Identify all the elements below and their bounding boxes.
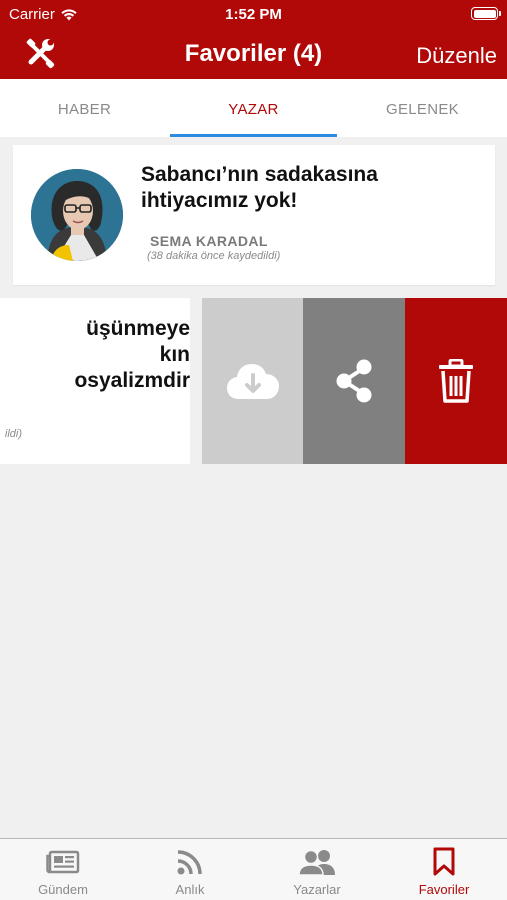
download-action-button[interactable] (202, 298, 303, 464)
saved-time: (38 dakika önce kaydedildi) (147, 250, 281, 262)
saved-time-partial: ildi) (4, 428, 22, 440)
tab-gundem[interactable]: Gündem (0, 839, 126, 900)
tab-anlik[interactable]: Anlık (127, 839, 253, 900)
tab-favoriler[interactable]: Favoriler (381, 839, 507, 900)
tab-label: Anlık (175, 882, 205, 897)
download-icon (226, 364, 279, 399)
rss-icon (177, 850, 202, 875)
tab-label: YAZAR (228, 101, 279, 118)
share-icon (336, 359, 372, 403)
favorite-item-swiped[interactable]: üşünmeye kın osyalizmdir ildi) (0, 298, 190, 464)
tab-yazar[interactable]: YAZAR (169, 79, 338, 137)
favorite-headline: Sabancı’nın sadakasına ihtiyacımız yok! (141, 163, 378, 212)
author-avatar (31, 169, 123, 261)
newspaper-icon (46, 850, 80, 874)
tab-label: Gündem (38, 882, 88, 897)
tab-label: Favoriler (418, 882, 470, 897)
category-tabs: HABER YAZAR GELENEK (0, 79, 507, 137)
tab-label: GELENEK (386, 101, 459, 118)
tab-label: HABER (57, 101, 112, 118)
battery-icon (471, 7, 501, 20)
bottom-tab-bar: Gündem Anlık Yazarlar Favoriler (0, 838, 507, 900)
users-icon (298, 849, 335, 876)
nav-bar: Favoriler (4) Düzenle (0, 28, 507, 79)
favorite-headline-partial: üşünmeye kın osyalizmdir (74, 317, 190, 392)
favorite-item[interactable]: Sabancı’nın sadakasına ihtiyacımız yok! … (13, 145, 495, 285)
author-name: SEMA KARADAL (150, 233, 268, 249)
status-bar: Carrier 1:52 PM (0, 0, 507, 28)
trash-icon (439, 359, 473, 403)
edit-button[interactable]: Düzenle (416, 43, 497, 69)
tab-yazarlar[interactable]: Yazarlar (254, 839, 380, 900)
delete-action-button[interactable] (405, 298, 507, 464)
share-action-button[interactable] (303, 298, 405, 464)
status-time: 1:52 PM (225, 6, 282, 23)
tab-gelenek[interactable]: GELENEK (338, 79, 507, 137)
bookmark-icon (433, 847, 455, 876)
tab-label: Yazarlar (293, 882, 341, 897)
active-tab-indicator (170, 134, 337, 137)
tab-haber[interactable]: HABER (0, 79, 169, 137)
